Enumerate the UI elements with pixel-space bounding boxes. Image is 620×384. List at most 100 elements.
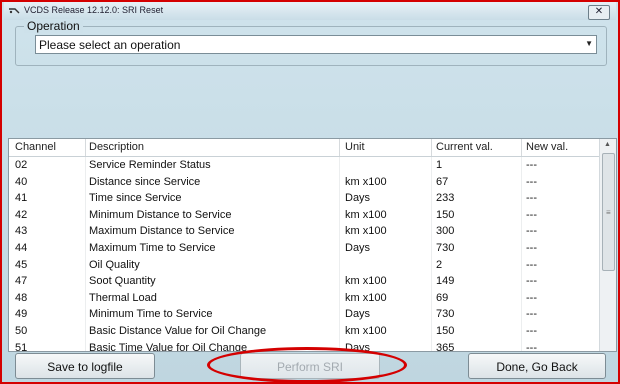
save-to-logfile-button[interactable]: Save to logfile [15,353,155,379]
table-row[interactable]: 45 Oil Quality 2 --- [9,256,599,274]
done-go-back-button[interactable]: Done, Go Back [468,353,606,379]
cell-divider [85,240,86,257]
cell-divider [85,289,86,307]
table-row[interactable]: 43 Maximum Distance to Service km x100 300 -… [9,223,599,240]
cell-current: 730 [436,308,455,321]
grip-icon: ≡ [606,208,611,217]
column-header-description[interactable]: Description [89,141,144,153]
table-row[interactable]: 44 Maximum Time to Service Days 730 --- [9,240,599,257]
table-row[interactable]: 50 Basic Distance Value for Oil Change km … [9,323,599,340]
cell-description: Distance since Service [89,175,201,188]
vertical-scrollbar[interactable]: ▲ ≡ [599,139,616,351]
cell-description: Maximum Time to Service [89,242,216,254]
cell-divider [85,157,86,174]
cell-divider [521,173,522,191]
cell-current: 2 [436,258,443,271]
cell-current: 300 [436,225,455,238]
vcds-app-icon [9,8,20,14]
cell-divider [339,173,340,191]
column-divider[interactable] [431,139,432,156]
cell-description: Basic Distance Value for Oil Change [89,325,267,337]
cell-divider [431,240,432,257]
cell-channel: 50 [15,325,28,337]
cell-divider [85,339,86,351]
cell-channel: 02 [15,159,28,171]
dropdown-arrow-icon[interactable]: ▼ [585,39,593,48]
cell-channel: 43 [15,225,28,238]
cell-new: --- [526,308,537,321]
cell-description: Minimum Distance to Service [89,208,232,221]
cell-unit: km x100 [345,208,387,221]
cell-divider [339,256,340,274]
cell-divider [521,289,522,307]
column-divider[interactable] [339,139,340,156]
cell-new: --- [526,208,537,221]
cell-divider [521,157,522,174]
cell-divider [521,323,522,340]
window-title: VCDS Release 12.12.0: SRI Reset [24,5,164,15]
cell-divider [521,306,522,323]
scrollbar-thumb[interactable]: ≡ [602,153,615,271]
cell-current: 1 [436,159,443,171]
cell-channel: 42 [15,208,28,221]
app-window: VCDS Release 12.12.0: SRI Reset ✕ Operat… [0,0,620,384]
cell-description: Thermal Load [89,291,157,304]
column-header-channel[interactable]: Channel [15,141,56,153]
column-divider[interactable] [85,139,86,156]
column-header-unit[interactable]: Unit [345,141,365,153]
table-row[interactable]: 02 Service Reminder Status 1 --- [9,157,599,174]
cell-divider [339,157,340,174]
cell-divider [521,206,522,224]
cell-new: --- [526,325,537,337]
cell-current: 730 [436,242,455,254]
cell-divider [85,206,86,224]
column-header-new[interactable]: New val. [526,141,568,153]
cell-current: 233 [436,192,455,205]
cell-current: 150 [436,208,455,221]
scroll-up-icon[interactable]: ▲ [604,141,611,148]
cell-divider [431,206,432,224]
cell-divider [521,256,522,274]
channel-table[interactable]: Channel Description Unit Current val. Ne… [8,138,617,352]
table-row[interactable]: 47 Soot Quantity km x100 149 --- [9,273,599,290]
cell-divider [521,190,522,207]
cell-description: Basic Time Value for Oil Change [89,341,248,352]
table-header: Channel Description Unit Current val. Ne… [9,139,599,157]
cell-divider [521,240,522,257]
close-button[interactable]: ✕ [588,5,610,20]
operation-select[interactable]: Please select an operation ▼ [35,35,597,54]
cell-divider [339,190,340,207]
cell-divider [431,157,432,174]
cell-description: Minimum Time to Service [89,308,213,321]
cell-divider [431,256,432,274]
cell-unit: km x100 [345,225,387,238]
cell-unit: Days [345,308,371,321]
cell-divider [85,306,86,323]
cell-channel: 41 [15,192,28,205]
table-row[interactable]: 40 Distance since Service km x100 67 --- [9,173,599,191]
cell-channel: 40 [15,175,28,188]
cell-divider [431,173,432,191]
cell-new: --- [526,275,537,288]
cell-description: Soot Quantity [89,275,156,288]
cell-divider [339,289,340,307]
cell-divider [339,306,340,323]
close-icon: ✕ [594,6,604,17]
table-row[interactable]: 41 Time since Service Days 233 --- [9,190,599,207]
table-row[interactable]: 49 Minimum Time to Service Days 730 --- [9,306,599,323]
cell-divider [431,289,432,307]
cell-divider [85,256,86,274]
table-row[interactable]: 48 Thermal Load km x100 69 --- [9,289,599,307]
cell-divider [431,339,432,351]
cell-divider [521,273,522,290]
cell-unit: km x100 [345,291,387,304]
column-divider[interactable] [521,139,522,156]
cell-description: Service Reminder Status [89,159,211,171]
cell-divider [339,273,340,290]
cell-unit: km x100 [345,175,387,188]
cell-current: 149 [436,275,455,288]
operation-group-label: Operation [24,19,83,33]
column-header-current[interactable]: Current val. [436,141,493,153]
table-row[interactable]: 42 Minimum Distance to Service km x100 150 -… [9,206,599,224]
cell-new: --- [526,159,537,171]
